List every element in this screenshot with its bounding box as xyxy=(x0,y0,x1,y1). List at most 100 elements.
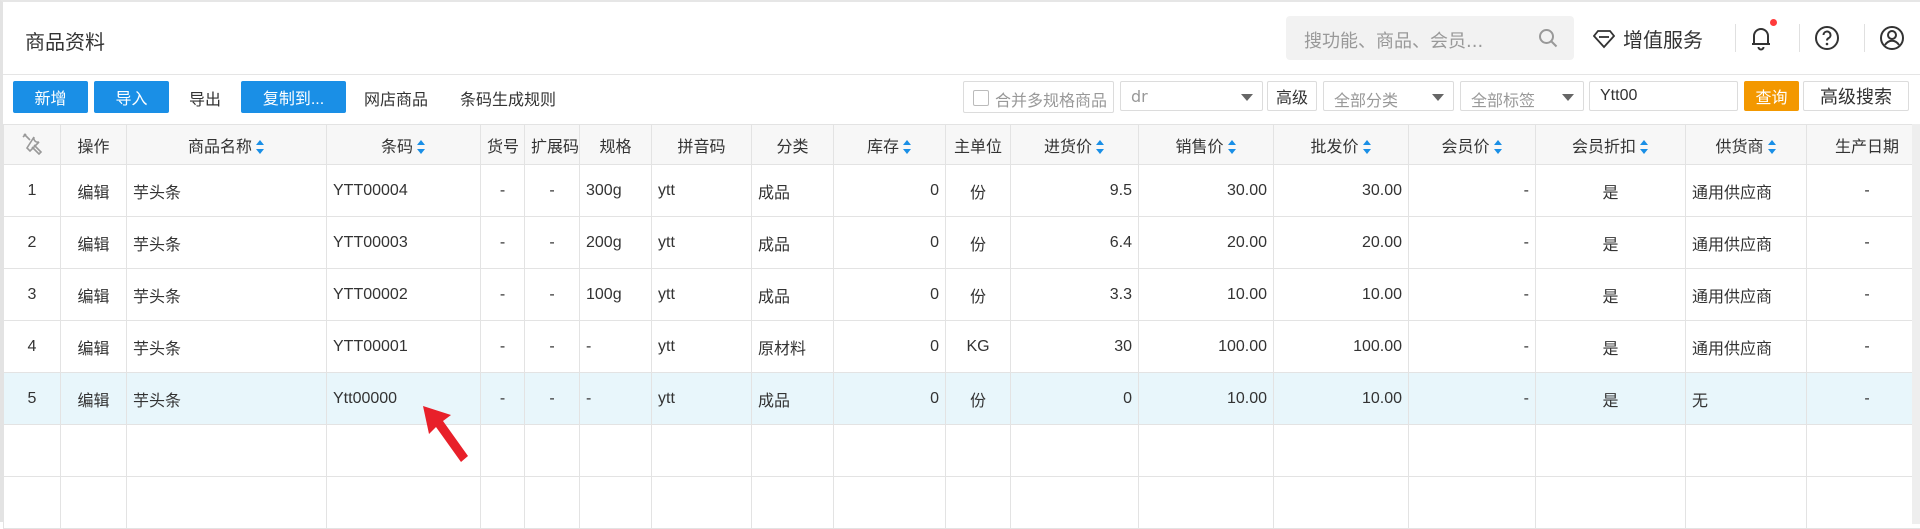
cell-spec: 200g xyxy=(580,217,652,269)
category-select[interactable]: 全部分类 xyxy=(1323,81,1454,111)
chevron-down-icon xyxy=(1432,94,1444,101)
checkbox-square[interactable] xyxy=(973,90,989,106)
copy-to-button[interactable]: 复制到... xyxy=(241,81,346,113)
column-header-sortable[interactable]: 进货价 xyxy=(1011,125,1139,165)
import-button[interactable]: 导入 xyxy=(94,81,169,113)
bell-icon[interactable] xyxy=(1747,24,1775,52)
sort-icon[interactable] xyxy=(903,140,912,154)
table-header-row: 操作 商品名称 条码 货号 扩展码 规格 拼音码 分类 库存 主单位 进货价 销… xyxy=(4,125,1920,165)
column-header-sortable[interactable]: 供货商 xyxy=(1686,125,1807,165)
table-row[interactable]: 1 编辑 芋头条 YTT00004 - - 300g ytt 成品 0 份 9.… xyxy=(4,165,1920,217)
cell-name: 芋头条 xyxy=(127,269,327,321)
column-header-sortable[interactable]: 条码 xyxy=(327,125,481,165)
cell-supplier: 通用供应商 xyxy=(1686,165,1807,217)
column-header-sortable[interactable]: 库存 xyxy=(834,125,946,165)
tag-select-value: 全部标签 xyxy=(1471,87,1535,111)
dr-select[interactable]: dr xyxy=(1120,81,1263,111)
edit-link[interactable]: 编辑 xyxy=(61,373,127,425)
export-button[interactable]: 导出 xyxy=(189,86,221,110)
header-divider xyxy=(1799,24,1800,52)
online-store-products-button[interactable]: 网店商品 xyxy=(364,86,428,110)
cell-sku: - xyxy=(481,165,525,217)
table-row[interactable]: 2 编辑 芋头条 YTT00003 - - 200g ytt 成品 0 份 6.… xyxy=(4,217,1920,269)
vertical-scrollbar[interactable] xyxy=(1912,124,1920,524)
column-header: 生产日期 xyxy=(1807,125,1920,165)
column-label: 库存 xyxy=(867,137,899,156)
query-button[interactable]: 查询 xyxy=(1744,81,1799,111)
row-number: 3 xyxy=(4,269,61,321)
merge-spec-label: 合并多规格商品 xyxy=(995,87,1107,111)
keyword-input[interactable] xyxy=(1589,81,1738,111)
column-header-sortable[interactable]: 商品名称 xyxy=(127,125,327,165)
cell-stock: 0 xyxy=(834,217,946,269)
sort-icon[interactable] xyxy=(1228,140,1237,154)
cell-pinyin: ytt xyxy=(652,269,752,321)
cell-prod-date: - xyxy=(1807,217,1920,269)
cell-category: 原材料 xyxy=(752,321,834,373)
global-search-input[interactable]: 搜功能、商品、会员... xyxy=(1286,16,1574,60)
search-icon[interactable] xyxy=(1538,28,1558,48)
table-row-empty xyxy=(4,477,1920,529)
cell-member-discount: 是 xyxy=(1536,321,1686,373)
column-label: 条码 xyxy=(381,137,413,156)
cell-barcode: YTT00002 xyxy=(327,269,481,321)
sort-icon[interactable] xyxy=(1363,140,1372,154)
table-row[interactable]: 3 编辑 芋头条 YTT00002 - - 100g ytt 成品 0 份 3.… xyxy=(4,269,1920,321)
table-row[interactable]: 4 编辑 芋头条 YTT00001 - - - ytt 原材料 0 KG 30 … xyxy=(4,321,1920,373)
column-label: 批发价 xyxy=(1310,137,1358,156)
sort-icon[interactable] xyxy=(1494,140,1503,154)
header-divider xyxy=(1735,24,1736,52)
column-header-sortable[interactable]: 销售价 xyxy=(1139,125,1274,165)
search-placeholder: 搜功能、商品、会员... xyxy=(1304,27,1483,53)
help-icon[interactable] xyxy=(1813,24,1841,52)
value-added-services-button[interactable]: 增值服务 xyxy=(1593,24,1703,53)
column-header: 分类 xyxy=(752,125,834,165)
cell-prod-date: - xyxy=(1807,373,1920,425)
advanced-button[interactable]: 高级 xyxy=(1267,81,1317,111)
cell-spec: - xyxy=(580,373,652,425)
sort-icon[interactable] xyxy=(1096,140,1105,154)
cell-sku: - xyxy=(481,217,525,269)
cell-member-discount: 是 xyxy=(1536,165,1686,217)
cell-supplier: 通用供应商 xyxy=(1686,321,1807,373)
edit-link[interactable]: 编辑 xyxy=(61,217,127,269)
merge-spec-checkbox[interactable]: 合并多规格商品 xyxy=(963,81,1114,113)
cell-category: 成品 xyxy=(752,165,834,217)
advanced-search-button[interactable]: 高级搜索 xyxy=(1803,81,1909,111)
cell-cost: 30 xyxy=(1011,321,1139,373)
cell-member-price: - xyxy=(1409,165,1536,217)
cell-sku: - xyxy=(481,373,525,425)
user-icon[interactable] xyxy=(1878,24,1906,52)
edit-link[interactable]: 编辑 xyxy=(61,321,127,373)
cell-category: 成品 xyxy=(752,269,834,321)
cell-pinyin: ytt xyxy=(652,165,752,217)
cell-sku: - xyxy=(481,269,525,321)
cell-pinyin: ytt xyxy=(652,373,752,425)
cell-cost: 6.4 xyxy=(1011,217,1139,269)
column-settings[interactable] xyxy=(4,125,61,165)
barcode-rule-button[interactable]: 条码生成规则 xyxy=(460,86,556,110)
cell-category: 成品 xyxy=(752,217,834,269)
new-button[interactable]: 新增 xyxy=(13,81,88,113)
product-table: 操作 商品名称 条码 货号 扩展码 规格 拼音码 分类 库存 主单位 进货价 销… xyxy=(3,124,1920,529)
sort-icon[interactable] xyxy=(1640,140,1649,154)
cell-member-discount: 是 xyxy=(1536,373,1686,425)
column-header-sortable[interactable]: 批发价 xyxy=(1274,125,1409,165)
cell-barcode: YTT00004 xyxy=(327,165,481,217)
sort-icon[interactable] xyxy=(1768,140,1777,154)
cell-sale: 100.00 xyxy=(1139,321,1274,373)
edit-link[interactable]: 编辑 xyxy=(61,165,127,217)
cell-sku: - xyxy=(481,321,525,373)
wrench-screwdriver-icon[interactable] xyxy=(20,131,44,155)
column-header-sortable[interactable]: 会员价 xyxy=(1409,125,1536,165)
edit-link[interactable]: 编辑 xyxy=(61,269,127,321)
table-row-selected[interactable]: 5 编辑 芋头条 Ytt00000 - - - ytt 成品 0 份 0 10.… xyxy=(4,373,1920,425)
sort-icon[interactable] xyxy=(417,140,426,154)
sort-icon[interactable] xyxy=(256,140,265,154)
cell-supplier: 无 xyxy=(1686,373,1807,425)
tag-select[interactable]: 全部标签 xyxy=(1460,81,1584,111)
column-header-sortable[interactable]: 会员折扣 xyxy=(1536,125,1686,165)
cell-wholesale: 30.00 xyxy=(1274,165,1409,217)
cell-unit: KG xyxy=(946,321,1011,373)
cell-sale: 20.00 xyxy=(1139,217,1274,269)
